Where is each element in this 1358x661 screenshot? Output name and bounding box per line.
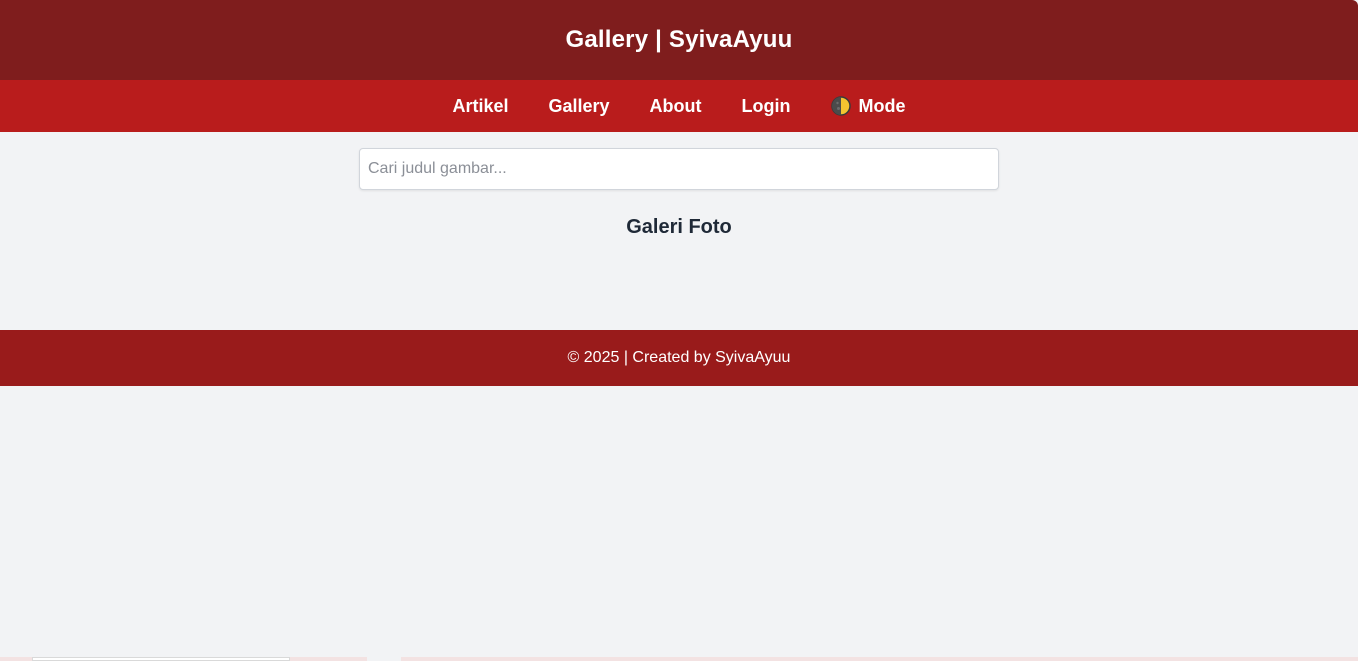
gallery-section-title: Galeri Foto bbox=[626, 216, 732, 238]
site-title: Gallery | SyivaAyuu bbox=[565, 26, 793, 53]
site-footer: © 2025 | Created by SyivaAyuu bbox=[0, 330, 1358, 386]
nav-link-gallery[interactable]: Gallery bbox=[549, 96, 610, 117]
nav-link-about[interactable]: About bbox=[650, 96, 702, 117]
nav-link-artikel[interactable]: Artikel bbox=[452, 96, 508, 117]
search-input[interactable] bbox=[359, 148, 999, 190]
dark-mode-toggle-button[interactable]: Mode bbox=[830, 95, 906, 117]
bottom-taskbar-edge bbox=[0, 657, 1358, 661]
search-container bbox=[359, 148, 999, 190]
nav-link-login[interactable]: Login bbox=[742, 96, 791, 117]
taskbar-gap bbox=[367, 657, 401, 661]
half-moon-icon bbox=[830, 96, 851, 116]
footer-copyright: © 2025 | Created by SyivaAyuu bbox=[567, 349, 791, 366]
mode-toggle-label: Mode bbox=[858, 95, 906, 116]
site-header: Gallery | SyivaAyuu bbox=[0, 0, 1358, 80]
main-nav: Artikel Gallery About Login Mode bbox=[0, 80, 1358, 132]
taskbar-search-box bbox=[32, 657, 290, 661]
